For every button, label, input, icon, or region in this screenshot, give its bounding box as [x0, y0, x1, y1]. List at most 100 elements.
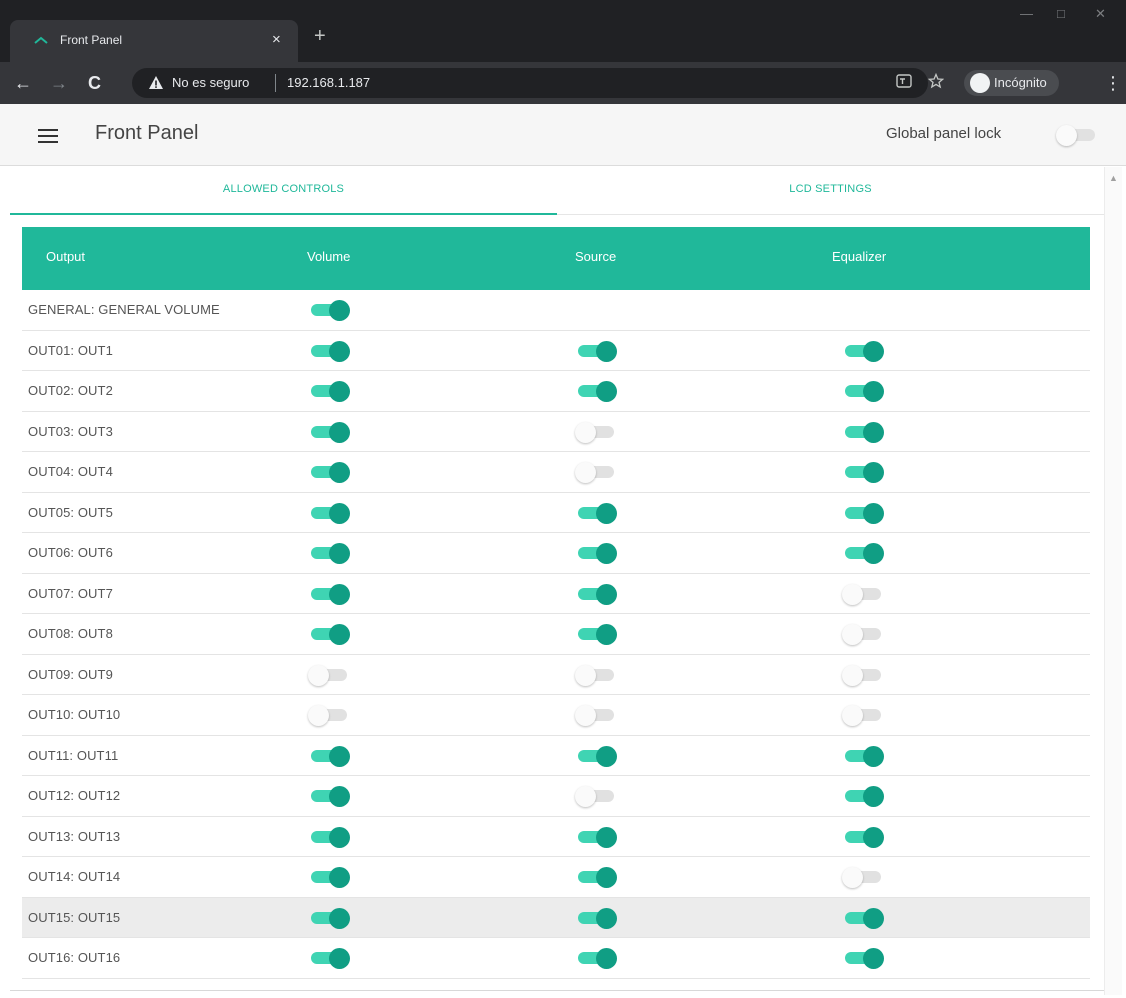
back-arrow-icon[interactable]: ←: [14, 72, 32, 94]
incognito-badge[interactable]: Incógnito: [964, 70, 1059, 96]
equalizer-toggle[interactable]: [842, 826, 884, 848]
output-label: OUT05: OUT5: [28, 504, 113, 520]
global-lock-toggle[interactable]: [1056, 125, 1098, 146]
volume-toggle[interactable]: [308, 826, 350, 848]
scrollbar[interactable]: ▲: [1104, 167, 1122, 995]
source-toggle[interactable]: [575, 948, 617, 969]
reload-icon[interactable]: C: [88, 72, 101, 94]
source-toggle[interactable]: [575, 502, 617, 524]
equalizer-toggle[interactable]: [842, 664, 884, 686]
tab-allowed-controls[interactable]: ALLOWED CONTROLS: [10, 167, 557, 215]
volume-toggle[interactable]: [308, 624, 350, 645]
star-icon[interactable]: [928, 73, 944, 89]
source-toggle[interactable]: [575, 462, 617, 483]
close-window-icon[interactable]: ✕: [1095, 4, 1106, 24]
equalizer-toggle[interactable]: [842, 543, 884, 564]
output-label: OUT06: OUT6: [28, 545, 113, 560]
table-row: OUT06: OUT6: [22, 533, 1090, 574]
forward-arrow-icon[interactable]: →: [50, 72, 68, 94]
volume-toggle[interactable]: [308, 543, 350, 564]
output-label: OUT14: OUT14: [28, 869, 121, 884]
output-label: OUT02: OUT2: [28, 383, 113, 398]
equalizer-toggle[interactable]: [842, 583, 884, 605]
volume-toggle[interactable]: [308, 340, 350, 362]
source-toggle[interactable]: [575, 826, 617, 848]
output-label: OUT15: OUT15: [28, 909, 121, 925]
output-label: OUT01: OUT1: [28, 342, 113, 358]
equalizer-toggle[interactable]: [842, 745, 884, 767]
new-tab-button[interactable]: +: [314, 24, 326, 48]
security-status[interactable]: No es seguro: [172, 75, 249, 90]
source-toggle[interactable]: [575, 583, 617, 605]
tab-lcd-settings[interactable]: LCD SETTINGS: [557, 167, 1104, 215]
source-toggle[interactable]: [575, 907, 617, 929]
source-toggle[interactable]: [575, 421, 617, 443]
output-label: OUT09: OUT9: [28, 666, 113, 682]
minimize-icon[interactable]: —: [1020, 4, 1033, 24]
table-row: OUT13: OUT13: [22, 817, 1090, 857]
output-label: OUT12: OUT12: [28, 788, 121, 803]
equalizer-toggle[interactable]: [842, 705, 884, 726]
table-row: OUT16: OUT16: [22, 938, 1090, 979]
equalizer-toggle[interactable]: [842, 786, 884, 807]
output-label: OUT03: OUT3: [28, 423, 113, 439]
volume-toggle[interactable]: [308, 421, 350, 443]
browser-menu-icon[interactable]: ⋮: [1104, 72, 1122, 94]
source-toggle[interactable]: [575, 664, 617, 686]
header-equalizer: Equalizer: [832, 249, 887, 264]
global-lock-label: Global panel lock: [886, 125, 1002, 142]
volume-toggle[interactable]: [308, 907, 350, 929]
header-output: Output: [46, 249, 86, 264]
browser-tab[interactable]: Front Panel ×: [10, 20, 298, 62]
equalizer-toggle[interactable]: [842, 624, 884, 645]
hamburger-menu-icon[interactable]: [38, 129, 58, 143]
source-toggle[interactable]: [575, 705, 617, 726]
volume-toggle[interactable]: [308, 867, 350, 888]
equalizer-toggle[interactable]: [842, 948, 884, 969]
browser-toolbar: ← → C No es seguro 192.168.1.187 Incógni…: [0, 62, 1126, 104]
table-row: OUT05: OUT5: [22, 493, 1090, 533]
volume-toggle[interactable]: [308, 300, 350, 321]
allowed-controls-table: Output Volume Source Equalizer GENERAL: …: [22, 227, 1090, 979]
source-toggle[interactable]: [575, 745, 617, 767]
volume-toggle[interactable]: [308, 462, 350, 483]
table-row: GENERAL: GENERAL VOLUME: [22, 290, 1090, 331]
volume-toggle[interactable]: [308, 381, 350, 402]
scroll-up-icon[interactable]: ▲: [1109, 173, 1118, 183]
output-label: OUT08: OUT8: [28, 626, 113, 641]
source-toggle[interactable]: [575, 340, 617, 362]
table-row: OUT10: OUT10: [22, 695, 1090, 736]
equalizer-toggle[interactable]: [842, 381, 884, 402]
volume-toggle[interactable]: [308, 948, 350, 969]
source-toggle[interactable]: [575, 786, 617, 807]
equalizer-toggle[interactable]: [842, 462, 884, 483]
equalizer-toggle[interactable]: [842, 421, 884, 443]
volume-toggle[interactable]: [308, 786, 350, 807]
equalizer-toggle[interactable]: [842, 907, 884, 929]
table-row: OUT03: OUT3: [22, 412, 1090, 452]
output-label: OUT16: OUT16: [28, 950, 121, 965]
volume-toggle[interactable]: [308, 705, 350, 726]
source-toggle[interactable]: [575, 624, 617, 645]
address-bar[interactable]: No es seguro 192.168.1.187: [132, 68, 928, 98]
url-text[interactable]: 192.168.1.187: [287, 75, 370, 90]
table-row: OUT07: OUT7: [22, 574, 1090, 614]
equalizer-toggle[interactable]: [842, 502, 884, 524]
source-toggle[interactable]: [575, 867, 617, 888]
volume-toggle[interactable]: [308, 502, 350, 524]
output-label: OUT11: OUT11: [28, 747, 119, 763]
table-row: OUT11: OUT11: [22, 736, 1090, 776]
equalizer-toggle[interactable]: [842, 340, 884, 362]
table-row: OUT01: OUT1: [22, 331, 1090, 371]
maximize-icon[interactable]: □: [1057, 4, 1065, 24]
volume-toggle[interactable]: [308, 664, 350, 686]
tab-close-icon[interactable]: ×: [272, 30, 281, 50]
equalizer-toggle[interactable]: [842, 867, 884, 888]
output-label: OUT04: OUT4: [28, 464, 113, 479]
translate-icon[interactable]: [896, 73, 912, 89]
header-volume: Volume: [307, 249, 351, 264]
source-toggle[interactable]: [575, 543, 617, 564]
source-toggle[interactable]: [575, 381, 617, 402]
volume-toggle[interactable]: [308, 745, 350, 767]
volume-toggle[interactable]: [308, 583, 350, 605]
